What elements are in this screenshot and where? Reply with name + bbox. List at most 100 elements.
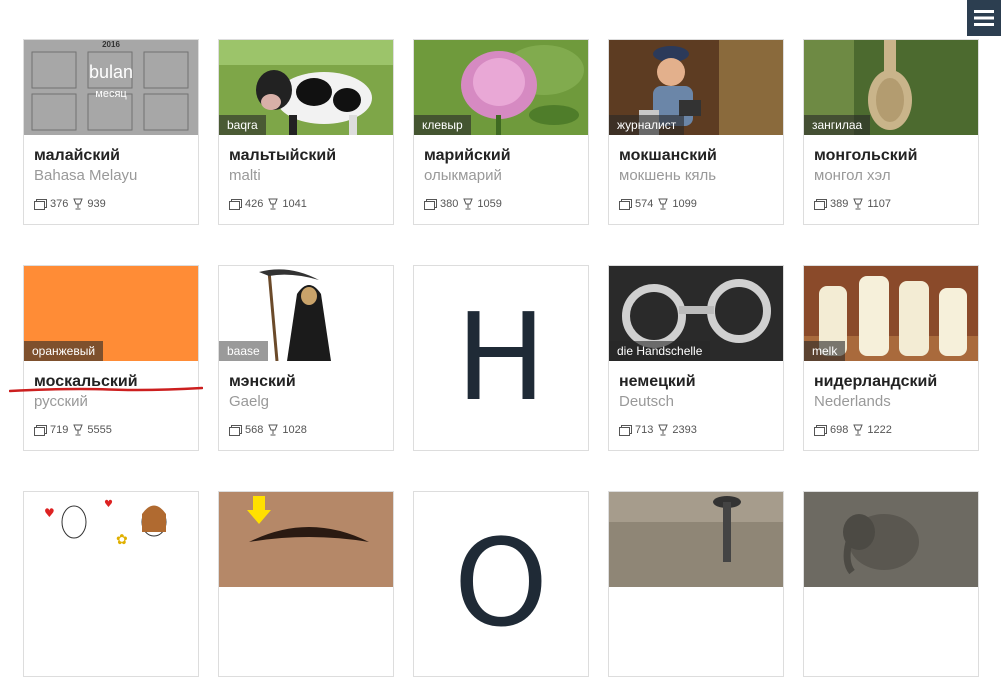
card-stats: 719 5555 bbox=[34, 424, 112, 436]
trophy-icon bbox=[73, 424, 84, 436]
likes-count: 1059 bbox=[477, 198, 502, 210]
comment-count: 376 bbox=[50, 198, 69, 210]
language-card-malay[interactable]: 2016 bulan месяц малайский Bahasa Melayu… bbox=[23, 39, 199, 225]
card-image: melk bbox=[804, 266, 978, 361]
language-card-mongolian[interactable]: зангилаа монгольский монгол хэл 389 1107 bbox=[803, 39, 979, 225]
svg-text:♥: ♥ bbox=[104, 499, 113, 510]
card-stats: 380 1059 bbox=[424, 198, 502, 210]
language-name: немецкий bbox=[619, 373, 696, 390]
language-native-name: Gaelg bbox=[229, 393, 270, 410]
likes-count: 1028 bbox=[282, 424, 307, 436]
section-letter: О bbox=[453, 514, 549, 654]
card-image bbox=[609, 492, 783, 587]
card-image: 2016 bulan месяц bbox=[24, 40, 198, 135]
language-name: мальтыйский bbox=[229, 147, 337, 164]
comment-count: 568 bbox=[245, 424, 264, 436]
language-card-row3-4[interactable] bbox=[608, 491, 784, 677]
comment-icon bbox=[424, 198, 437, 210]
card-stats: 698 1222 bbox=[814, 424, 892, 436]
comment-icon bbox=[229, 424, 242, 436]
language-card-row3-1[interactable]: ♥ ♥ ✿ bbox=[23, 491, 199, 677]
language-card-moksha[interactable]: журналист мокшанский мокшень кяль 574 10… bbox=[608, 39, 784, 225]
baby-elephant-image bbox=[804, 492, 978, 587]
language-name: мэнский bbox=[229, 373, 296, 390]
section-letter: Н bbox=[455, 288, 547, 428]
comment-icon bbox=[34, 198, 47, 210]
card-image: клевыр bbox=[414, 40, 588, 135]
trophy-icon bbox=[268, 198, 279, 210]
image-label: клевыр bbox=[414, 115, 471, 135]
card-stats: 713 2393 bbox=[619, 424, 697, 436]
language-card-maltese[interactable]: baqra мальтыйский malti 426 1041 bbox=[218, 39, 394, 225]
calendar-year: 2016 bbox=[102, 40, 120, 49]
menu-button[interactable] bbox=[967, 0, 1001, 36]
image-label: оранжевый bbox=[24, 341, 104, 361]
language-card-manx[interactable]: baase мэнский Gaelg 568 1028 bbox=[218, 265, 394, 451]
language-name: мокшанский bbox=[619, 147, 717, 164]
comment-icon bbox=[229, 198, 242, 210]
likes-count: 5555 bbox=[87, 424, 112, 436]
language-card-row3-2[interactable] bbox=[218, 491, 394, 677]
card-image: журналист bbox=[609, 40, 783, 135]
image-label: die Handschelle bbox=[609, 341, 711, 361]
hamburger-icon bbox=[974, 10, 994, 26]
comment-icon bbox=[34, 424, 47, 436]
image-label: baqra bbox=[219, 115, 266, 135]
card-image: die Handschelle bbox=[609, 266, 783, 361]
language-card-row3-5[interactable] bbox=[803, 491, 979, 677]
trophy-icon bbox=[853, 424, 864, 436]
red-underline-annotation bbox=[9, 386, 203, 393]
trophy-icon bbox=[463, 198, 474, 210]
letter-card-o[interactable]: О bbox=[413, 491, 589, 677]
image-label: melk bbox=[804, 341, 846, 361]
likes-count: 1099 bbox=[672, 198, 697, 210]
card-stats: 376 939 bbox=[34, 198, 106, 210]
language-native-name: Nederlands bbox=[814, 393, 891, 410]
language-native-name: Deutsch bbox=[619, 393, 675, 410]
comment-count: 380 bbox=[440, 198, 459, 210]
language-native-name: русский bbox=[34, 393, 88, 410]
language-native-name: Bahasa Melayu bbox=[34, 167, 138, 184]
language-card-dutch[interactable]: melk нидерландский Nederlands 698 1222 bbox=[803, 265, 979, 451]
trophy-icon bbox=[658, 198, 669, 210]
comment-count: 574 bbox=[635, 198, 654, 210]
language-grid: 2016 bulan месяц малайский Bahasa Melayu… bbox=[23, 39, 979, 677]
comment-icon bbox=[814, 424, 827, 436]
likes-count: 1222 bbox=[867, 424, 892, 436]
language-card-mari[interactable]: клевыр марийский олыкмарий 380 1059 bbox=[413, 39, 589, 225]
comment-count: 426 bbox=[245, 198, 264, 210]
trophy-icon bbox=[268, 424, 279, 436]
comment-icon bbox=[814, 198, 827, 210]
svg-text:✿: ✿ bbox=[116, 532, 128, 548]
image-label: baase bbox=[219, 341, 268, 361]
image-label: журналист bbox=[609, 115, 685, 135]
language-card-german[interactable]: die Handschelle немецкий Deutsch 713 239… bbox=[608, 265, 784, 451]
card-image bbox=[219, 492, 393, 587]
card-image bbox=[804, 492, 978, 587]
svg-text:♥: ♥ bbox=[44, 506, 55, 520]
image-word-sub: месяц bbox=[95, 88, 127, 100]
comment-count: 389 bbox=[830, 198, 849, 210]
card-stats: 426 1041 bbox=[229, 198, 307, 210]
card-image: оранжевый bbox=[24, 266, 198, 361]
nail-in-wood-image bbox=[609, 492, 783, 587]
language-card-moskalsky[interactable]: оранжевый москальский русский 719 5555 bbox=[23, 265, 199, 451]
cartoon-couple-image: ♥ ♥ ✿ bbox=[24, 492, 198, 587]
comment-count: 713 bbox=[635, 424, 654, 436]
comment-icon bbox=[619, 424, 632, 436]
language-native-name: олыкмарий bbox=[424, 167, 502, 184]
card-image: baase bbox=[219, 266, 393, 361]
letter-card-n[interactable]: Н bbox=[413, 265, 589, 451]
trophy-icon bbox=[658, 424, 669, 436]
language-name: монгольский bbox=[814, 147, 918, 164]
card-image: зангилаа bbox=[804, 40, 978, 135]
comment-icon bbox=[619, 198, 632, 210]
card-image: baqra bbox=[219, 40, 393, 135]
likes-count: 939 bbox=[87, 198, 106, 210]
card-stats: 574 1099 bbox=[619, 198, 697, 210]
image-label: зангилаа bbox=[804, 115, 871, 135]
language-name: нидерландский bbox=[814, 373, 938, 390]
language-native-name: монгол хэл bbox=[814, 167, 891, 184]
likes-count: 2393 bbox=[672, 424, 697, 436]
likes-count: 1041 bbox=[282, 198, 307, 210]
